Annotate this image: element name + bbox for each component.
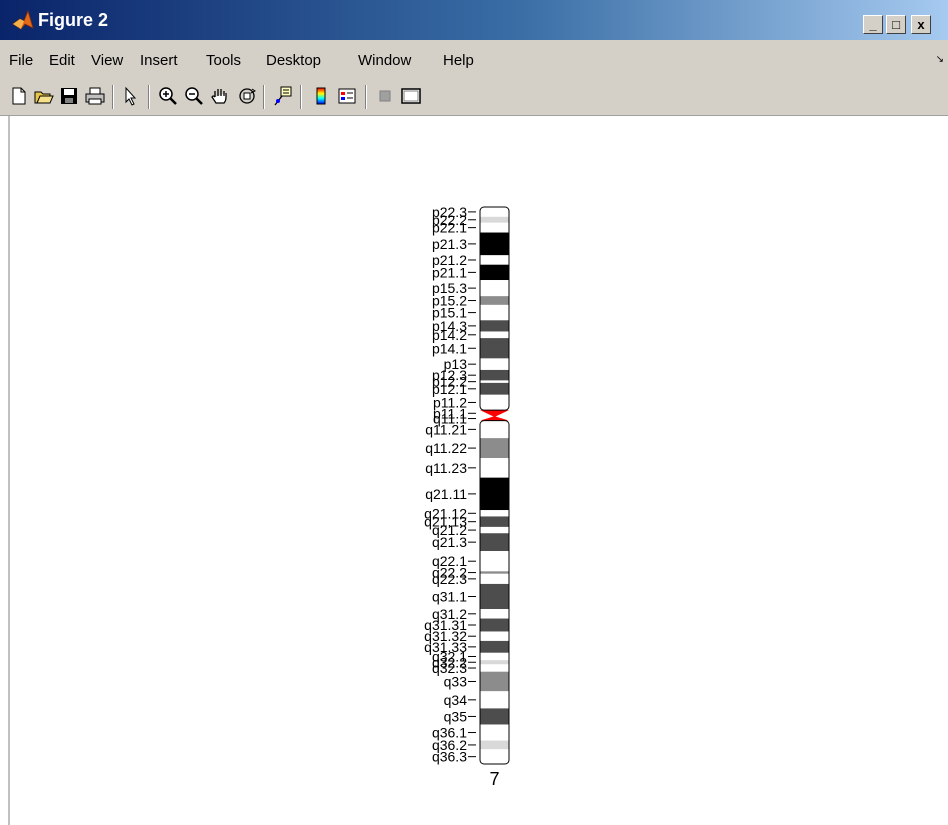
chromosome-band bbox=[480, 207, 509, 217]
chromosome-band bbox=[480, 671, 509, 692]
band-label: q35 bbox=[444, 708, 468, 724]
centromere-band bbox=[480, 410, 509, 417]
maximize-button[interactable]: □ bbox=[886, 15, 906, 34]
menu-overflow-icon[interactable]: ↘ bbox=[936, 54, 944, 65]
band-label: q21.11 bbox=[425, 486, 467, 502]
toolbar-separator bbox=[300, 85, 302, 109]
chromosome-band bbox=[480, 691, 509, 709]
chromosome-band bbox=[480, 420, 509, 439]
chromosome-band bbox=[480, 740, 509, 750]
band-label: q21.3 bbox=[432, 534, 467, 550]
save-icon[interactable] bbox=[58, 85, 80, 107]
band-label: p21.3 bbox=[432, 236, 467, 252]
chromosome-ideogram: p22.3p22.2p22.1p21.3p21.2p21.1p15.3p15.2… bbox=[424, 204, 510, 789]
band-label: q34 bbox=[444, 692, 468, 708]
chromosome-band bbox=[480, 618, 509, 632]
pointer-icon[interactable] bbox=[120, 85, 142, 107]
window-title: Figure 2 bbox=[38, 10, 109, 30]
band-label: q36.3 bbox=[432, 749, 467, 765]
menu-desktop[interactable]: Desktop bbox=[266, 52, 321, 70]
figure-toolbar bbox=[0, 79, 948, 116]
chromosome-number-label: 7 bbox=[489, 769, 499, 789]
chromosome-band bbox=[480, 438, 509, 459]
figure-canvas[interactable]: p22.3 p22.2 p22.1 p21.3 p21.2 p21.1 p15.3 p15.2… bbox=[8, 116, 948, 825]
chromosome-band bbox=[480, 533, 509, 552]
chromosome-band bbox=[480, 222, 509, 233]
chromosome-band bbox=[480, 551, 509, 572]
chromosome-band bbox=[480, 380, 509, 383]
open-file-icon[interactable] bbox=[33, 85, 55, 107]
toolbar-separator bbox=[263, 85, 265, 109]
menu-view[interactable]: View bbox=[91, 52, 123, 70]
chromosome-band bbox=[480, 510, 509, 517]
chromosome-band bbox=[480, 652, 509, 661]
menu-edit[interactable]: Edit bbox=[49, 52, 75, 70]
chromosome-band bbox=[480, 394, 509, 411]
band-label: q11.23 bbox=[425, 460, 467, 476]
chromosome-band bbox=[480, 640, 509, 653]
menu-file[interactable]: File bbox=[9, 52, 33, 70]
chromosome-band bbox=[480, 571, 509, 574]
chromosome-band bbox=[480, 280, 509, 297]
band-label: q11.21 bbox=[425, 421, 467, 437]
centromere-band bbox=[480, 416, 509, 421]
chromosome-band bbox=[480, 516, 509, 527]
chromosome-band bbox=[480, 320, 509, 332]
menu-help[interactable]: Help bbox=[443, 52, 474, 70]
chromosome-band bbox=[480, 304, 509, 321]
plot-tools-hide-icon[interactable] bbox=[374, 85, 396, 107]
band-label: p14.1 bbox=[432, 340, 467, 356]
toolbar-separator bbox=[365, 85, 367, 109]
band-label: q22.3 bbox=[432, 571, 467, 587]
menu-insert[interactable]: Insert bbox=[140, 52, 178, 70]
chromosome-band bbox=[480, 358, 509, 370]
matlab-logo-icon bbox=[12, 9, 34, 30]
chromosome-band bbox=[480, 382, 509, 395]
close-button[interactable]: x bbox=[911, 15, 931, 34]
menu-window[interactable]: Window bbox=[358, 52, 411, 70]
chromosome-band bbox=[480, 724, 509, 741]
menu-tools[interactable]: Tools bbox=[206, 52, 241, 70]
chromosome-band bbox=[480, 708, 509, 725]
band-label: q33 bbox=[444, 673, 468, 689]
band-label: p21.1 bbox=[432, 264, 467, 280]
band-label: q11.22 bbox=[425, 440, 467, 456]
chromosome-band bbox=[480, 660, 509, 665]
chromosome-band bbox=[480, 573, 509, 584]
band-label: p22.1 bbox=[432, 220, 467, 236]
legend-icon[interactable] bbox=[336, 85, 358, 107]
chromosome-band bbox=[480, 216, 509, 223]
plot-tools-show-icon[interactable] bbox=[400, 85, 422, 107]
new-figure-icon[interactable] bbox=[8, 85, 30, 107]
colorbar-icon[interactable] bbox=[310, 85, 332, 107]
chromosome-band bbox=[480, 458, 509, 478]
chromosome-band bbox=[480, 664, 509, 672]
toolbar-separator bbox=[112, 85, 114, 109]
pan-hand-icon[interactable] bbox=[209, 85, 231, 107]
band-label: q31.1 bbox=[432, 589, 467, 605]
chromosome-band bbox=[480, 338, 509, 359]
rotate-3d-icon[interactable] bbox=[236, 85, 258, 107]
print-icon[interactable] bbox=[84, 85, 106, 107]
chromosome-band bbox=[480, 255, 509, 265]
chromosome-band bbox=[480, 583, 509, 610]
chromosome-band bbox=[480, 264, 509, 281]
title-bar[interactable]: Figure 2 _ □ x bbox=[0, 0, 948, 40]
chromosome-band bbox=[480, 526, 509, 534]
chromosome-band bbox=[480, 631, 509, 641]
chromosome-band bbox=[480, 477, 509, 511]
zoom-out-icon[interactable] bbox=[183, 85, 205, 107]
data-cursor-icon[interactable] bbox=[272, 85, 294, 107]
menu-bar: File Edit View Insert Tools Desktop Wind… bbox=[0, 40, 948, 79]
chromosome-band bbox=[480, 296, 509, 305]
minimize-button[interactable]: _ bbox=[863, 15, 883, 34]
chromosome-band bbox=[480, 331, 509, 339]
zoom-in-icon[interactable] bbox=[157, 85, 179, 107]
chromosome-band bbox=[480, 749, 509, 764]
toolbar-separator bbox=[148, 85, 150, 109]
chromosome-band bbox=[480, 609, 509, 619]
chromosome-band bbox=[480, 232, 509, 256]
chromosome-band bbox=[480, 369, 509, 381]
